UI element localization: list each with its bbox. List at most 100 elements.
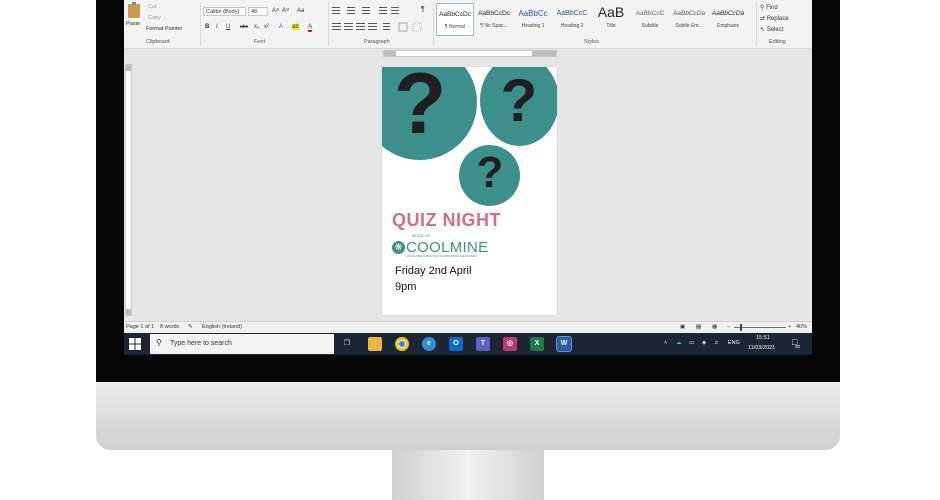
select-button[interactable]: ↖ Select bbox=[760, 26, 783, 33]
ruler-margin bbox=[532, 51, 556, 56]
style-sample: AaBbCcDc bbox=[478, 10, 510, 17]
language-indicator[interactable]: English (Ireland) bbox=[202, 324, 242, 330]
paste-icon[interactable] bbox=[128, 2, 140, 18]
proofing-icon[interactable]: ✎ bbox=[188, 324, 193, 330]
monitor-stand bbox=[392, 450, 544, 500]
ribbon-separator bbox=[756, 2, 757, 46]
question-mark-icon: ? bbox=[500, 67, 538, 134]
change-case-button[interactable]: Aa bbox=[297, 8, 304, 14]
style-heading-1[interactable]: AaBbCc Heading 1 bbox=[514, 3, 552, 36]
ribbon-separator bbox=[328, 2, 329, 46]
taskbar-search-box[interactable]: ⚲ Type here to search bbox=[150, 334, 334, 354]
monitor-chin bbox=[96, 382, 840, 450]
word-count[interactable]: 8 words bbox=[160, 324, 179, 330]
style-sample: AaBbCcC bbox=[556, 10, 588, 17]
grow-font-button[interactable]: A˄ bbox=[272, 8, 280, 14]
font-color-button[interactable]: A bbox=[308, 24, 313, 32]
word-icon[interactable]: W bbox=[556, 336, 572, 352]
clipboard-group-label: Clipboard bbox=[146, 39, 170, 45]
task-view-icon[interactable]: ❒ bbox=[340, 337, 354, 351]
vertical-ruler[interactable] bbox=[125, 64, 132, 316]
event-date: Friday 2nd April bbox=[395, 265, 472, 277]
quiz-night-title: QUIZ NIGHT bbox=[392, 210, 501, 230]
bold-button[interactable]: B bbox=[205, 24, 209, 30]
input-language[interactable]: ENG bbox=[728, 340, 740, 346]
style-sample: AaBbCcDc bbox=[439, 11, 471, 18]
style-normal[interactable]: AaBbCcDc ¶ Normal bbox=[436, 3, 474, 36]
editing-group-label: Editing bbox=[769, 39, 786, 45]
taskbar: ⚲ Type here to search ❒ e O T ◎ X W ˄ ☁ … bbox=[124, 333, 812, 355]
shrink-font-button[interactable]: A˅ bbox=[282, 8, 290, 14]
chrome-icon[interactable] bbox=[395, 337, 409, 351]
excel-icon[interactable]: X bbox=[530, 337, 544, 351]
style-emphasis[interactable]: AaBbCcDa Emphasis bbox=[709, 3, 747, 36]
zoom-out-button[interactable]: − bbox=[727, 324, 730, 330]
font-family-select[interactable]: Calibri (Body) bbox=[203, 7, 246, 16]
outlook-icon[interactable]: O bbox=[449, 337, 463, 351]
style-name: Title bbox=[606, 23, 616, 29]
zoom-in-button[interactable]: + bbox=[788, 324, 791, 330]
read-mode-icon[interactable]: ▣ bbox=[680, 324, 685, 330]
zoom-level[interactable]: 40% bbox=[796, 324, 807, 330]
app-icon[interactable]: ◎ bbox=[503, 337, 517, 351]
search-placeholder: Type here to search bbox=[170, 340, 232, 347]
tray-chevron-icon[interactable]: ˄ bbox=[664, 340, 667, 346]
notification-count: 20 bbox=[795, 344, 801, 349]
network-icon[interactable]: ◈ bbox=[702, 340, 706, 346]
chrome-icon-center bbox=[398, 340, 406, 348]
style-subtle-emphasis[interactable]: AaBbCcDa Subtle Em... bbox=[670, 3, 708, 36]
font-size-select[interactable]: 48 bbox=[248, 7, 268, 16]
superscript-button[interactable]: x² bbox=[264, 24, 269, 30]
ruler-margin bbox=[126, 309, 131, 315]
font-group-label: Font bbox=[254, 39, 266, 45]
italic-button[interactable]: I bbox=[216, 24, 218, 30]
windows-start-icon[interactable] bbox=[129, 338, 141, 350]
ribbon-separator bbox=[200, 2, 201, 46]
format-painter-button[interactable]: Format Painter bbox=[146, 26, 182, 32]
style-name: ¶ No Spac... bbox=[480, 23, 508, 29]
battery-icon[interactable]: ▭ bbox=[689, 340, 694, 346]
page-count[interactable]: Page 1 of 1 bbox=[126, 324, 154, 330]
cut-button[interactable]: Cut bbox=[148, 4, 157, 10]
select-label: Select bbox=[766, 27, 784, 33]
style-title[interactable]: AaB Title bbox=[592, 3, 630, 36]
horizontal-ruler[interactable] bbox=[383, 50, 557, 57]
find-button[interactable]: ⚲ Find bbox=[760, 4, 778, 11]
file-explorer-icon[interactable] bbox=[368, 337, 382, 351]
paragraph-tools-icon[interactable] bbox=[331, 6, 427, 34]
print-layout-icon[interactable]: ▤ bbox=[696, 324, 702, 330]
replace-label: Replace bbox=[766, 16, 789, 22]
find-label: Find bbox=[766, 5, 778, 11]
teams-icon[interactable]: T bbox=[476, 337, 490, 351]
highlight-button[interactable]: ab bbox=[292, 24, 299, 30]
copy-button[interactable]: Copy bbox=[148, 15, 161, 21]
style-sample: AaBbCc bbox=[518, 9, 548, 18]
style-name: ¶ Normal bbox=[444, 24, 466, 30]
clock-date[interactable]: 11/03/2021 bbox=[748, 345, 775, 351]
document-page[interactable]: ? ? ? QUIZ NIGHT IN AID OF ❋ COOLMINE CO… bbox=[382, 67, 557, 315]
style-subtitle[interactable]: AaBbCcC Subtitle bbox=[631, 3, 669, 36]
underline-button[interactable]: U bbox=[226, 24, 230, 30]
styles-gallery: AaBbCcDc ¶ Normal AaBbCcDc ¶ No Spac... … bbox=[436, 3, 752, 36]
edge-icon[interactable]: e bbox=[422, 337, 436, 351]
volume-icon[interactable]: ♬ bbox=[714, 340, 720, 346]
onedrive-icon[interactable]: ☁ bbox=[676, 340, 682, 346]
question-mark-icon: ? bbox=[393, 67, 447, 152]
paste-button[interactable]: Paste bbox=[126, 21, 140, 27]
ribbon-separator bbox=[433, 2, 434, 46]
coolmine-tagline: COOLMINE ADDICTION SUPPORTING RECOVERY bbox=[406, 254, 478, 258]
strikethrough-button[interactable]: abc bbox=[240, 24, 248, 30]
event-time: 9pm bbox=[395, 281, 417, 293]
style-heading-2[interactable]: AaBbCcC Heading 2 bbox=[553, 3, 591, 36]
text-effects-button[interactable]: A bbox=[279, 24, 283, 30]
zoom-slider-thumb[interactable] bbox=[740, 324, 742, 331]
web-layout-icon[interactable]: ▦ bbox=[712, 324, 717, 330]
style-no-spacing[interactable]: AaBbCcDc ¶ No Spac... bbox=[475, 3, 513, 36]
replace-icon: ⇄ bbox=[760, 16, 767, 22]
ruler-margin bbox=[126, 65, 131, 71]
clock-time[interactable]: 15:51 bbox=[756, 335, 770, 341]
replace-button[interactable]: ⇄ Replace bbox=[760, 15, 789, 22]
style-sample: AaBbCcC bbox=[635, 10, 665, 17]
subscript-button[interactable]: x₂ bbox=[254, 24, 259, 30]
show-formatting-button[interactable]: ¶ bbox=[421, 6, 425, 13]
